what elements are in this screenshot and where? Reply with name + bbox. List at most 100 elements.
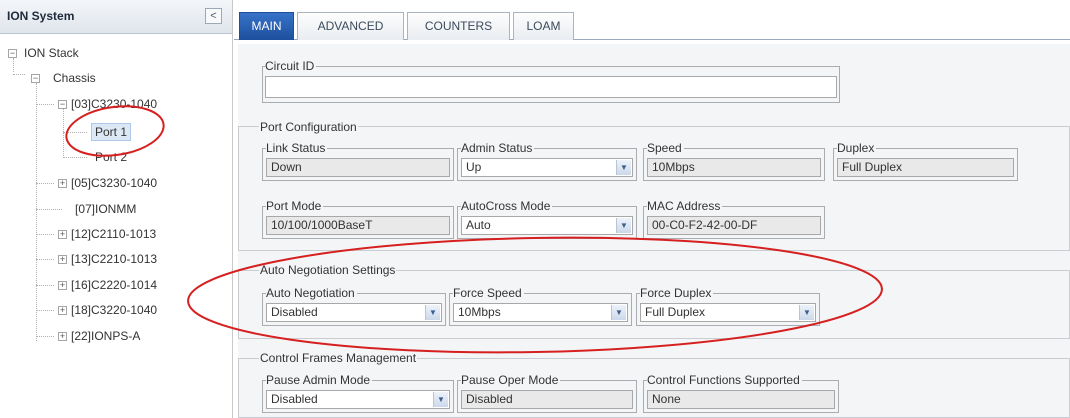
control-frames-title: Control Frames Management [259,351,418,365]
main-tab-content: Circuit ID Port Configuration Link Statu… [238,44,1070,418]
tree-panel-header: ION System < [0,0,232,34]
force-speed-group: Force Speed 10Mbps ▼ [449,286,632,326]
details-panel: MAIN ADVANCED COUNTERS LOAM Circuit ID P… [234,0,1070,418]
link-status-value: Down [266,158,450,177]
admin-status-label: Admin Status [461,141,535,155]
tree-node-label: [13]C2210-1013 [71,252,158,266]
force-duplex-group: Force Duplex Full Duplex ▼ [636,286,820,326]
pause-admin-mode-select[interactable]: Disabled ▼ [266,390,450,409]
circuit-id-input[interactable] [265,76,837,98]
tree-panel: ION System < − ION Stack − Chassis − [03… [0,0,233,418]
control-functions-group: Control Functions Supported None [643,373,839,413]
control-functions-label: Control Functions Supported [647,373,802,387]
auto-negotiation-group: Auto Negotiation Disabled ▼ [262,286,446,326]
tree-node-label: [05]C3230-1040 [71,176,158,190]
tree-node-label: Chassis [53,71,96,85]
speed-label: Speed [647,141,684,155]
force-duplex-value: Full Duplex [645,305,706,319]
pause-admin-mode-group: Pause Admin Mode Disabled ▼ [262,373,454,413]
collapse-toggle-icon[interactable]: − [31,74,40,83]
autocross-mode-value: Auto [466,218,491,232]
expand-toggle-icon[interactable]: + [58,281,67,290]
speed-value: 10Mbps [647,158,821,177]
link-status-label: Link Status [266,141,328,155]
tab-loam[interactable]: LOAM [513,12,574,40]
tree-connector [63,157,87,158]
pause-admin-mode-label: Pause Admin Mode [266,373,373,387]
tree-connector [36,285,54,286]
tree-connector [36,104,54,105]
port-mode-group: Port Mode 10/100/1000BaseT [262,199,454,239]
tab-advanced[interactable]: ADVANCED [297,12,404,40]
tab-main[interactable]: MAIN [239,12,294,40]
tree-panel-title: ION System [7,9,75,23]
tree-connector [63,108,64,158]
force-speed-select[interactable]: 10Mbps ▼ [453,303,628,322]
tree-node-label: ION Stack [24,46,79,60]
chevron-down-icon[interactable]: ▼ [799,305,814,320]
auto-negotiation-select[interactable]: Disabled ▼ [266,303,442,322]
collapse-toggle-icon[interactable]: − [8,49,17,58]
chevron-down-icon[interactable]: ▼ [611,305,626,320]
tree-connector [36,83,37,341]
tree-node-label: [16]C2220-1014 [71,278,158,292]
port-configuration-title: Port Configuration [259,120,358,134]
circuit-id-group: Circuit ID [262,59,840,103]
admin-status-select[interactable]: Up ▼ [461,158,633,177]
auto-negotiation-title: Auto Negotiation Settings [259,263,397,277]
port-mode-value: 10/100/1000BaseT [266,216,450,235]
tree-node-label: [12]C2110-1013 [71,227,157,241]
tree-connector [36,310,54,311]
chevron-down-icon[interactable]: ▼ [616,160,631,175]
duplex-label: Duplex [837,141,877,155]
tab-counters[interactable]: COUNTERS [407,12,510,40]
collapse-toggle-icon[interactable]: − [58,100,67,109]
control-functions-value: None [647,390,835,409]
chevron-down-icon[interactable]: ▼ [425,305,440,320]
duplex-value: Full Duplex [837,158,1014,177]
tree-connector [13,74,25,75]
chevron-down-icon[interactable]: ▼ [616,218,631,233]
tree-node-label: Port 2 [95,150,128,164]
force-duplex-select[interactable]: Full Duplex ▼ [640,303,816,322]
tree-node-label: [03]C3230-1040 [71,97,158,111]
pause-admin-mode-value: Disabled [271,392,318,406]
tree-node-label: [22]IONPS-A [71,329,141,343]
auto-negotiation-value: Disabled [271,305,318,319]
admin-status-group: Admin Status Up ▼ [457,141,637,181]
tab-strip: MAIN ADVANCED COUNTERS LOAM [234,0,1070,40]
pause-oper-mode-group: Pause Oper Mode Disabled [457,373,637,413]
tree-node-label: [18]C3220-1040 [71,303,158,317]
expand-toggle-icon[interactable]: + [58,255,67,264]
mac-address-group: MAC Address 00-C0-F2-42-00-DF [643,199,825,239]
port-mode-label: Port Mode [266,199,324,213]
tree-node-label: Port 1 [91,123,132,141]
auto-negotiation-label: Auto Negotiation [266,286,357,300]
circuit-id-label: Circuit ID [265,59,317,73]
tree-connector [36,183,54,184]
tree-connector [36,209,62,210]
duplex-group: Duplex Full Duplex [833,141,1018,181]
tree-connector [63,132,87,133]
tree-node-label: [07]IONMM [75,202,137,216]
link-status-group: Link Status Down [262,141,454,181]
chevron-down-icon[interactable]: ▼ [433,392,448,407]
mac-address-label: MAC Address [647,199,723,213]
autocross-mode-label: AutoCross Mode [461,199,553,213]
pause-oper-mode-label: Pause Oper Mode [461,373,561,387]
collapse-panel-button[interactable]: < [205,8,222,24]
mac-address-value: 00-C0-F2-42-00-DF [647,216,821,235]
force-speed-value: 10Mbps [458,305,501,319]
expand-toggle-icon[interactable]: + [58,179,67,188]
tree-connector [13,58,14,72]
expand-toggle-icon[interactable]: + [58,230,67,239]
pause-oper-mode-value: Disabled [461,390,633,409]
admin-status-value: Up [466,160,482,174]
force-duplex-label: Force Duplex [640,286,714,300]
expand-toggle-icon[interactable]: + [58,332,67,341]
tree-connector [36,336,54,337]
autocross-mode-select[interactable]: Auto ▼ [461,216,633,235]
autocross-mode-group: AutoCross Mode Auto ▼ [457,199,637,239]
expand-toggle-icon[interactable]: + [58,306,67,315]
force-speed-label: Force Speed [453,286,524,300]
